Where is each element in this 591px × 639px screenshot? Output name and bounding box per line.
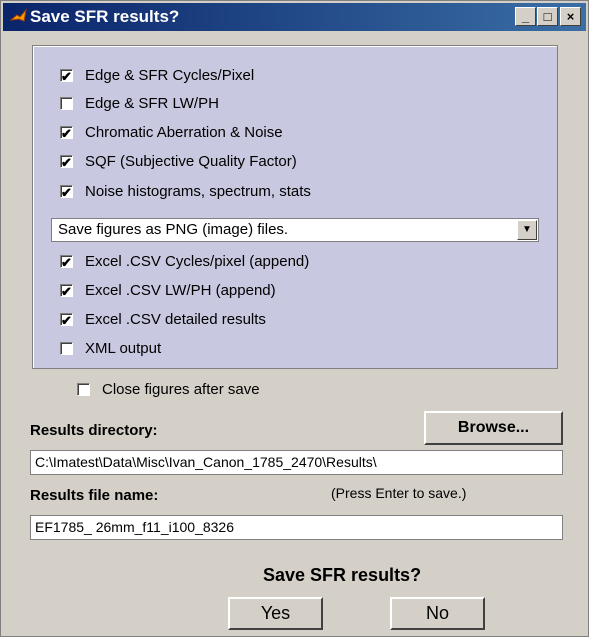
option-close-figures[interactable]: Close figures after save xyxy=(77,378,260,400)
checkbox-csv-lwph[interactable]: ✔ xyxy=(60,283,73,298)
option-sqf[interactable]: ✔ SQF (Subjective Quality Factor) xyxy=(60,150,297,172)
option-label: Excel .CSV Cycles/pixel (append) xyxy=(85,252,310,270)
no-button[interactable]: No xyxy=(390,597,485,630)
checkbox-noise-histograms[interactable]: ✔ xyxy=(60,184,73,199)
option-csv-lwph[interactable]: ✔ Excel .CSV LW/PH (append) xyxy=(60,279,276,301)
dropdown-arrow-icon[interactable]: ▼ xyxy=(517,220,537,240)
option-label: SQF (Subjective Quality Factor) xyxy=(85,152,297,170)
option-label: Excel .CSV LW/PH (append) xyxy=(85,281,276,299)
checkbox-csv-cycles-pixel[interactable]: ✔ xyxy=(60,254,73,269)
option-csv-cycles-pixel[interactable]: ✔ Excel .CSV Cycles/pixel (append) xyxy=(60,250,309,272)
option-edge-sfr-cycles-pixel[interactable]: ✔ Edge & SFR Cycles/Pixel xyxy=(60,64,254,86)
save-prompt: Save SFR results? xyxy=(263,565,422,585)
option-label: Edge & SFR LW/PH xyxy=(85,94,219,112)
figure-format-select[interactable]: Save figures as PNG (image) files. ▼ xyxy=(51,218,539,242)
maximize-button[interactable]: □ xyxy=(537,7,558,26)
browse-button[interactable]: Browse... xyxy=(424,411,563,445)
results-directory-label: Results directory: xyxy=(30,422,158,439)
results-file-label: Results file name: xyxy=(30,487,159,504)
option-label: XML output xyxy=(85,339,162,357)
press-enter-hint: (Press Enter to save.) xyxy=(331,485,467,501)
checkbox-sqf[interactable]: ✔ xyxy=(60,154,73,169)
option-label: Excel .CSV detailed results xyxy=(85,310,266,328)
checkbox-edge-sfr-cycles-pixel[interactable]: ✔ xyxy=(60,68,73,83)
results-directory-field[interactable]: C:\Imatest\Data\Misc\Ivan_Canon_1785_247… xyxy=(30,450,563,475)
window-title: Save SFR results? xyxy=(30,7,180,26)
option-label: Edge & SFR Cycles/Pixel xyxy=(85,66,255,84)
save-sfr-dialog: Save SFR results? _ □ × ✔ Edge & SFR Cyc… xyxy=(0,0,589,637)
option-label: Close figures after save xyxy=(102,380,260,398)
option-csv-detailed[interactable]: ✔ Excel .CSV detailed results xyxy=(60,308,266,330)
close-button[interactable]: × xyxy=(560,7,581,26)
results-file-field[interactable]: EF1785_ 26mm_f11_i100_8326 xyxy=(30,515,563,540)
minimize-button[interactable]: _ xyxy=(515,7,536,26)
matlab-logo-icon xyxy=(10,8,27,22)
checkbox-chromatic-aberration[interactable]: ✔ xyxy=(60,125,73,140)
title-bar[interactable]: Save SFR results? _ □ × xyxy=(3,3,586,31)
option-chromatic-aberration[interactable]: ✔ Chromatic Aberration & Noise xyxy=(60,121,283,143)
yes-button[interactable]: Yes xyxy=(228,597,323,630)
checkbox-edge-sfr-lwph[interactable] xyxy=(60,96,73,110)
checkbox-xml-output[interactable] xyxy=(60,341,73,355)
checkbox-csv-detailed[interactable]: ✔ xyxy=(60,312,73,327)
option-label: Noise histograms, spectrum, stats xyxy=(85,182,311,200)
options-panel: ✔ Edge & SFR Cycles/Pixel Edge & SFR LW/… xyxy=(32,45,558,369)
option-xml-output[interactable]: XML output xyxy=(60,337,161,359)
checkbox-close-figures[interactable] xyxy=(77,382,90,396)
option-noise-histograms[interactable]: ✔ Noise histograms, spectrum, stats xyxy=(60,180,311,202)
figure-format-value: Save figures as PNG (image) files. xyxy=(58,221,289,238)
option-label: Chromatic Aberration & Noise xyxy=(85,123,283,141)
option-edge-sfr-lwph[interactable]: Edge & SFR LW/PH xyxy=(60,92,219,114)
